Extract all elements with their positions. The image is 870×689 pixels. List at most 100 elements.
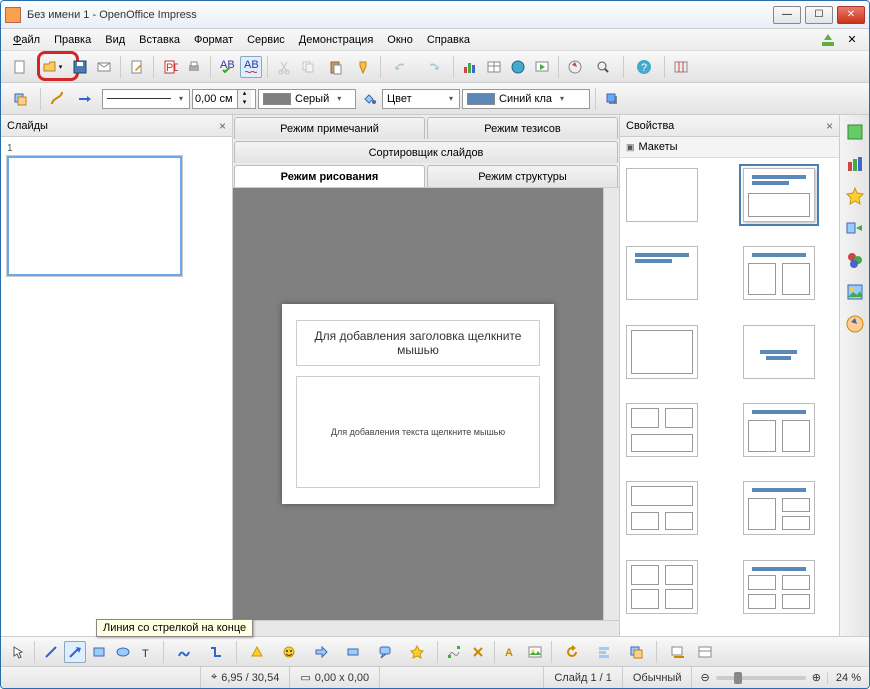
tab-sorter[interactable]: Сортировщик слайдов <box>234 141 618 163</box>
line-arrow-tool[interactable] <box>64 641 86 663</box>
navigator-button[interactable] <box>564 56 586 78</box>
help-button[interactable]: ? <box>629 56 659 78</box>
layout-content-only[interactable] <box>626 325 698 379</box>
slideshow-button[interactable] <box>531 56 553 78</box>
arrange-button[interactable] <box>5 88 35 110</box>
ellipse-tool[interactable] <box>112 641 134 663</box>
line-tool[interactable] <box>40 641 62 663</box>
shadow-button[interactable] <box>601 88 623 110</box>
stars-tool[interactable] <box>402 641 432 663</box>
close-slides-panel-icon[interactable]: × <box>219 119 226 133</box>
layout-title-content[interactable] <box>743 168 815 222</box>
arrange-tool[interactable] <box>621 641 651 663</box>
layout-title-only[interactable] <box>626 246 698 300</box>
fill-type-combo[interactable]: Цвет ▾ <box>382 89 460 109</box>
copy-button[interactable] <box>297 56 319 78</box>
menu-help[interactable]: Справка <box>421 32 476 48</box>
zoom-dropdown[interactable] <box>588 56 618 78</box>
table-button[interactable] <box>483 56 505 78</box>
layout-blank[interactable] <box>626 168 698 222</box>
new-button[interactable] <box>5 56 35 78</box>
align-tool[interactable] <box>589 641 619 663</box>
close-properties-icon[interactable]: × <box>826 119 833 133</box>
collapse-icon[interactable]: ▣ <box>626 142 635 153</box>
symbol-shapes-tool[interactable] <box>274 641 304 663</box>
sidebar-properties-icon[interactable] <box>844 121 866 143</box>
spin-down[interactable]: ▾ <box>237 99 251 108</box>
gluepoints-tool[interactable] <box>467 641 489 663</box>
menu-tools[interactable]: Сервис <box>241 32 291 48</box>
sidebar-styles-icon[interactable] <box>844 249 866 271</box>
layout-title-2content[interactable] <box>743 403 815 457</box>
insert-slide-tool[interactable] <box>662 641 692 663</box>
close-button[interactable]: ✕ <box>837 6 865 24</box>
line-color-combo[interactable]: Серый ▾ <box>258 89 356 109</box>
hyperlink-button[interactable] <box>507 56 529 78</box>
menu-slideshow[interactable]: Демонстрация <box>293 32 380 48</box>
line-style-icon[interactable] <box>46 88 68 110</box>
slide-thumbnail-item[interactable]: 1 <box>1 137 232 282</box>
sidebar-master-icon[interactable] <box>844 153 866 175</box>
paste-button[interactable] <box>321 56 351 78</box>
slide-thumbnail[interactable] <box>7 156 182 276</box>
fill-color-combo[interactable]: Синий кла ▾ <box>462 89 590 109</box>
slide-canvas[interactable]: Для добавления заголовка щелкните мышью … <box>282 304 554 504</box>
slide-layout-tool[interactable] <box>694 641 716 663</box>
menu-file[interactable]: Файл <box>7 32 46 48</box>
cut-button[interactable] <box>273 56 295 78</box>
slide-title-placeholder[interactable]: Для добавления заголовка щелкните мышью <box>296 320 540 366</box>
layout-1x2[interactable] <box>626 481 698 535</box>
insert-image-tool[interactable] <box>524 641 546 663</box>
zoom-slider[interactable] <box>716 676 806 680</box>
layout-centered[interactable] <box>743 325 815 379</box>
close-doc-icon[interactable]: ✕ <box>841 29 863 51</box>
email-button[interactable] <box>93 56 115 78</box>
minimize-button[interactable]: — <box>773 6 801 24</box>
grid-button[interactable] <box>670 56 692 78</box>
tab-outline[interactable]: Режим структуры <box>427 165 618 187</box>
autospell-button[interactable]: ABC <box>240 56 262 78</box>
select-tool[interactable] <box>7 641 29 663</box>
menu-edit[interactable]: Правка <box>48 32 97 48</box>
horizontal-scrollbar[interactable] <box>233 620 619 636</box>
export-pdf-button[interactable]: PDF <box>159 56 181 78</box>
menu-insert[interactable]: Вставка <box>133 32 186 48</box>
sidebar-gallery-icon[interactable] <box>844 281 866 303</box>
arrow-style-button[interactable] <box>70 88 100 110</box>
menu-window[interactable]: Окно <box>381 32 419 48</box>
layout-4content[interactable] <box>626 560 698 614</box>
menu-view[interactable]: Вид <box>99 32 131 48</box>
slide-content-placeholder[interactable]: Для добавления текста щелкните мышью <box>296 376 540 488</box>
fill-bucket-icon[interactable] <box>358 88 380 110</box>
format-paintbrush-button[interactable] <box>353 56 375 78</box>
layouts-section-header[interactable]: ▣ Макеты <box>620 137 839 158</box>
sidebar-navigator-icon[interactable] <box>844 313 866 335</box>
save-button[interactable] <box>69 56 91 78</box>
layout-2x1[interactable] <box>626 403 698 457</box>
tab-notes[interactable]: Режим примечаний <box>234 117 425 139</box>
undo-button[interactable] <box>386 56 416 78</box>
connector-tool[interactable] <box>201 641 231 663</box>
menu-format[interactable]: Формат <box>188 32 239 48</box>
spin-up[interactable]: ▴ <box>237 90 251 99</box>
print-button[interactable] <box>183 56 205 78</box>
layout-title-3content[interactable] <box>743 481 815 535</box>
rectangle-tool[interactable] <box>88 641 110 663</box>
sidebar-animation-icon[interactable] <box>844 185 866 207</box>
redo-button[interactable] <box>418 56 448 78</box>
curve-tool[interactable] <box>169 641 199 663</box>
layout-two-content[interactable] <box>743 246 815 300</box>
fontwork-tool[interactable]: A <box>500 641 522 663</box>
status-mode[interactable]: Обычный <box>623 667 693 688</box>
zoom-value[interactable]: 24 % <box>827 672 861 684</box>
edit-doc-button[interactable] <box>126 56 148 78</box>
spellcheck-button[interactable]: ABC <box>216 56 238 78</box>
line-style-combo[interactable]: ▾ <box>102 89 190 109</box>
open-button[interactable]: ▾ <box>37 56 67 78</box>
vertical-scrollbar[interactable] <box>603 188 619 620</box>
tab-handout[interactable]: Режим тезисов <box>427 117 618 139</box>
chart-button[interactable] <box>459 56 481 78</box>
tab-drawing[interactable]: Режим рисования <box>234 165 425 187</box>
maximize-button[interactable]: ☐ <box>805 6 833 24</box>
flowchart-tool[interactable] <box>338 641 368 663</box>
